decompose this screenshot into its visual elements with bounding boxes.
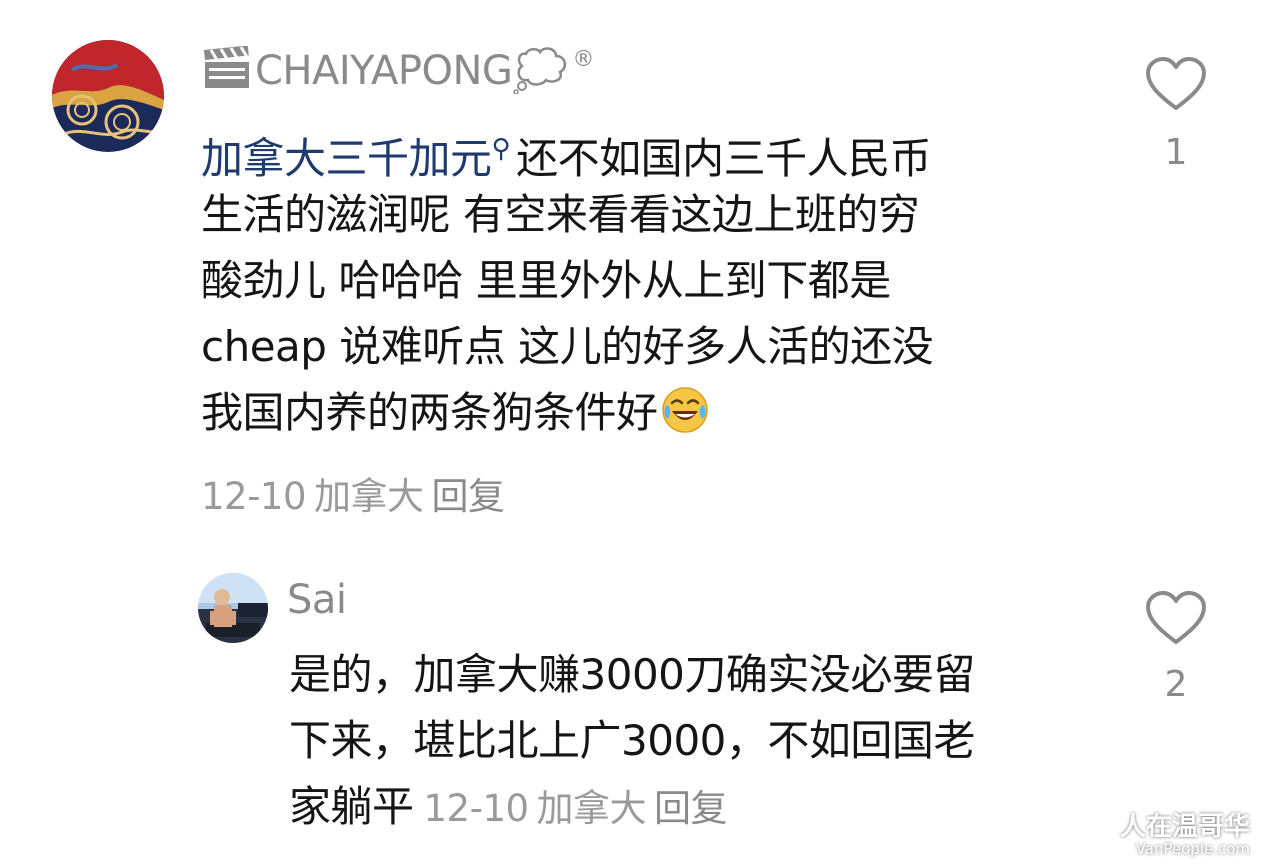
face-with-tears-of-joy-icon [661,387,708,433]
like-count: 2 [1164,664,1188,705]
like-count: 1 [1164,132,1188,173]
comment-line-text: 还不如国内三千人民币 [516,134,932,183]
comment-line: cheap 说难听点 这儿的好多人活的还没 [201,322,934,371]
comment-line: 是的，加拿大赚3000刀确实没必要留 [289,650,975,699]
comment-body: 加拿大三千加元⚲ 还不如国内三千人民币 生活的滋润呢 有空来看看这边上班的穷 酸劲… [201,116,934,446]
watermark: 人在温哥华 VanPeople.com [1120,814,1250,857]
clapperboard-icon [203,45,249,88]
avatar[interactable] [198,573,268,643]
avatar-image [198,573,268,643]
reply-button[interactable]: 回复 [654,787,728,830]
comment-meta: 12-10 加拿大 回复 [201,466,513,520]
comment-line-text: 我国内养的两条狗条件好 [201,388,658,437]
comment-line: 我国内养的两条狗条件好 [201,380,933,446]
comment-date: 12-10 [201,475,307,518]
reply-button[interactable]: 回复 [432,475,506,518]
comment-date: 12-10 [423,787,530,830]
username[interactable]: Sai [287,580,347,620]
thought-bubble-icon [513,47,567,95]
watermark-title: 人在温哥华 [1119,812,1250,842]
comment-thread: CHAIYAPONG ® 加拿大三千加元⚲ 还不如国内三千人民币 生活的滋润呢 有… [0,0,1262,867]
search-icon[interactable]: ⚲ [492,134,511,164]
comment-line: 酸劲儿 哈哈哈 里里外外从上到下都是 [201,256,891,305]
avatar[interactable] [52,40,164,152]
comment-line-text: 家躺平 [289,782,414,831]
avatar-image [52,40,164,152]
username-text: CHAIYAPONG [255,48,513,94]
comment-line: 加拿大三千加元⚲ 还不如国内三千人民币 [201,116,933,183]
username[interactable]: CHAIYAPONG ® [203,45,594,95]
registered-mark: ® [572,47,594,72]
comment-body: 是的，加拿大赚3000刀确实没必要留 下来，堪比北上广3000，不如回国老 家躺… [289,642,975,840]
comment-line: 下来，堪比北上广3000，不如回国老 [289,716,975,765]
search-link[interactable]: 加拿大三千加元 [201,134,492,183]
watermark-url: VanPeople.com [1135,840,1250,858]
heart-icon[interactable] [1145,590,1207,646]
comment-line: 家躺平 12-10 加拿大 回复 [289,774,975,840]
comment-location: 加拿大 [314,475,424,518]
comment-location: 加拿大 [536,787,647,830]
comment-line: 生活的滋润呢 有空来看看这边上班的穷 [201,190,920,239]
username-text: Sai [287,577,347,623]
comment-meta: 12-10 加拿大 回复 [424,787,736,830]
heart-icon[interactable] [1145,56,1207,112]
